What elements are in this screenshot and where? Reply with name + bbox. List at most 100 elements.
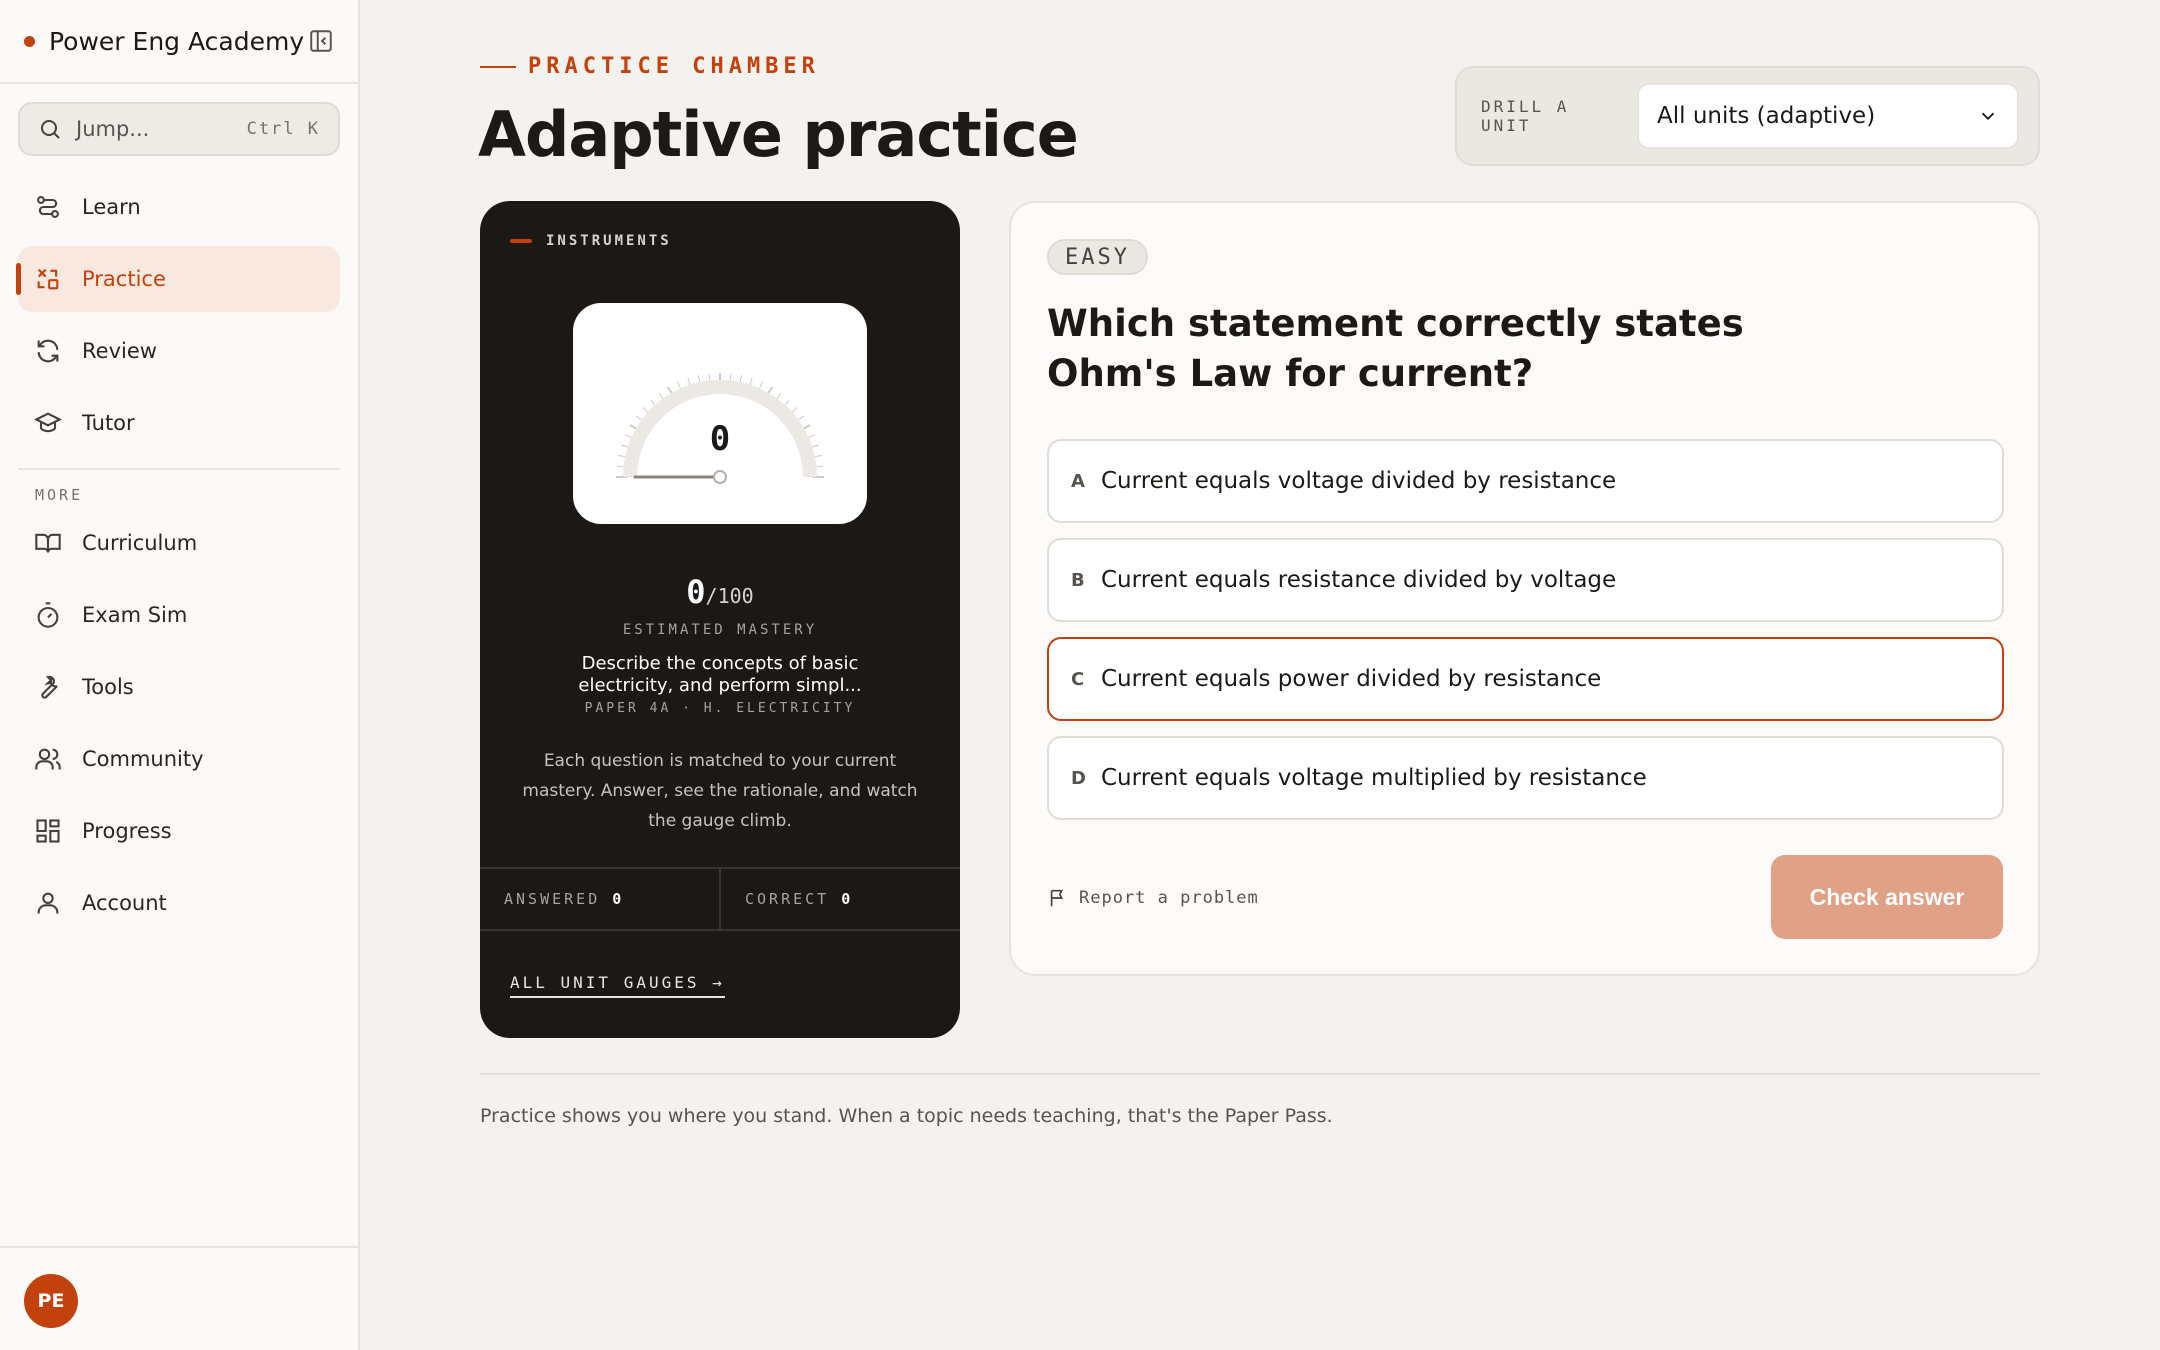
gauge-tick: [650, 399, 657, 406]
gauge-value: 0: [710, 419, 730, 459]
search-shortcut: Ctrl K: [246, 119, 320, 139]
gauge-tick: [758, 381, 763, 390]
option-letter: D: [1071, 767, 1086, 789]
sidebar-item-community[interactable]: Community: [18, 726, 340, 792]
sidebar-item-review[interactable]: Review: [18, 318, 340, 384]
unit-description: Describe the concepts of basic electrici…: [578, 653, 862, 696]
gauge-tick: [624, 434, 633, 439]
question-text: Which statement correctly states Ohm's L…: [1047, 302, 1744, 395]
mastery-score-value: 0: [686, 573, 706, 611]
primary-nav: Learn Practice Review Tutor: [16, 174, 340, 462]
search-icon: [41, 120, 60, 139]
gauge-tick: [813, 454, 822, 458]
sidebar-item-tutor[interactable]: Tutor: [18, 390, 340, 456]
instruments-note: Each question is matched to your current…: [522, 751, 918, 831]
nav-divider: [18, 468, 340, 470]
question-card: EASY Which statement correctly states Oh…: [1009, 201, 2040, 976]
answer-option-c[interactable]: C Current equals power divided by resist…: [1047, 637, 2004, 721]
instruments-title: INSTRUMENTS: [546, 233, 672, 249]
drill-unit-label: DRILL A UNIT: [1481, 97, 1570, 135]
drill-unit-select[interactable]: All units (adaptive): [1637, 83, 2019, 149]
avatar[interactable]: PE: [24, 1274, 78, 1328]
stat-correct-value: 0: [841, 890, 851, 908]
sidebar-item-label: Practice: [82, 267, 166, 291]
option-text: Current equals power divided by resistan…: [1101, 666, 1602, 692]
drill-unit-panel: DRILL A UNIT All units (adaptive): [1455, 66, 2040, 166]
option-letter: C: [1071, 668, 1085, 690]
book-open-icon: [34, 529, 62, 557]
difficulty-badge: EASY: [1047, 239, 1148, 275]
option-letter: A: [1071, 470, 1085, 492]
timer-icon: [34, 601, 62, 629]
sidebar-item-progress[interactable]: Progress: [18, 798, 340, 864]
user-icon: [34, 889, 62, 917]
stat-answered-label: ANSWERED: [504, 890, 601, 908]
sidebar-item-label: Tutor: [82, 411, 135, 435]
option-text: Current equals voltage multiplied by res…: [1101, 765, 1647, 791]
gauge-tick: [811, 444, 820, 448]
instruments-card: INSTRUMENTS 0 0/100 ESTIMATED MASTERY De…: [480, 201, 960, 1038]
mastery-label: ESTIMATED MASTERY: [622, 622, 818, 638]
sidebar-collapse-icon[interactable]: [308, 28, 334, 54]
sidebar-item-exam-sim[interactable]: Exam Sim: [18, 582, 340, 648]
answer-option-b[interactable]: B Current equals resistance divided by v…: [1047, 538, 2004, 622]
gauge-tick: [616, 465, 625, 468]
gauge-tick: [658, 392, 664, 400]
instruments-dash: [510, 239, 532, 243]
brand-bar: Power Eng Academy: [0, 0, 358, 84]
footer-divider: [480, 1073, 2040, 1075]
all-unit-gauges-link[interactable]: ALL UNIT GAUGES →: [510, 973, 725, 998]
sidebar-item-curriculum[interactable]: Curriculum: [18, 510, 340, 576]
gauge-tick: [807, 434, 816, 439]
sidebar-item-label: Learn: [82, 195, 141, 219]
eyebrow-line: [480, 65, 516, 68]
gauge-tick: [618, 454, 627, 458]
stat-correct: CORRECT 0: [719, 869, 960, 929]
sidebar-item-label: Tools: [82, 675, 134, 699]
footer-text: Practice shows you where you stand. When…: [480, 1105, 1333, 1127]
unit-code: PAPER 4A · H. ELECTRICITY: [584, 701, 856, 716]
app-name[interactable]: Power Eng Academy: [49, 27, 308, 56]
graduation-cap-icon: [34, 409, 62, 437]
check-answer-button[interactable]: Check answer: [1771, 855, 2003, 939]
sidebar-item-learn[interactable]: Learn: [18, 174, 340, 240]
gauge-tick: [749, 377, 753, 386]
eyebrow-text: PRACTICE CHAMBER: [528, 54, 820, 79]
answer-option-d[interactable]: D Current equals voltage multiplied by r…: [1047, 736, 2004, 820]
more-section-label: MORE: [35, 486, 84, 504]
sidebar-footer: PE: [0, 1246, 360, 1350]
refresh-icon: [34, 337, 62, 365]
search-input[interactable]: Jump... Ctrl K: [18, 102, 340, 156]
gauge-tick: [729, 373, 732, 382]
secondary-nav: Curriculum Exam Sim Tools Community Prog…: [18, 510, 340, 942]
sidebar-item-label: Exam Sim: [82, 603, 188, 627]
gauge-pivot: [713, 470, 727, 484]
gauge-tick: [642, 407, 649, 414]
gauge-tick: [783, 399, 790, 406]
route-icon: [34, 193, 62, 221]
practice-icon: [34, 265, 62, 293]
gauge-tick: [635, 415, 643, 421]
gauge-tick: [815, 465, 824, 468]
answer-option-a[interactable]: A Current equals voltage divided by resi…: [1047, 439, 2004, 523]
brand-dot: [24, 35, 35, 47]
sidebar: Power Eng Academy Jump... Ctrl K Learn P…: [0, 0, 360, 1350]
mastery-score: 0/100: [480, 573, 960, 611]
gauge-tick: [797, 415, 805, 421]
sidebar-item-practice[interactable]: Practice: [16, 246, 340, 312]
users-icon: [34, 745, 62, 773]
page-eyebrow: PRACTICE CHAMBER: [480, 54, 820, 79]
report-problem-link[interactable]: Report a problem: [1047, 887, 1259, 909]
gauge-tick: [687, 377, 691, 386]
stat-answered: ANSWERED 0: [480, 869, 719, 929]
chevron-down-icon: [1981, 112, 1995, 121]
drill-unit-value: All units (adaptive): [1657, 103, 1876, 129]
sidebar-item-account[interactable]: Account: [18, 870, 340, 936]
answer-stats: ANSWERED 0 CORRECT 0: [480, 867, 960, 931]
sidebar-item-label: Review: [82, 339, 157, 363]
gauge-tick: [776, 392, 782, 400]
sidebar-item-tools[interactable]: Tools: [18, 654, 340, 720]
gauge-tick: [791, 407, 798, 414]
gauge-tick: [677, 381, 682, 390]
option-text: Current equals resistance divided by vol…: [1101, 567, 1617, 593]
